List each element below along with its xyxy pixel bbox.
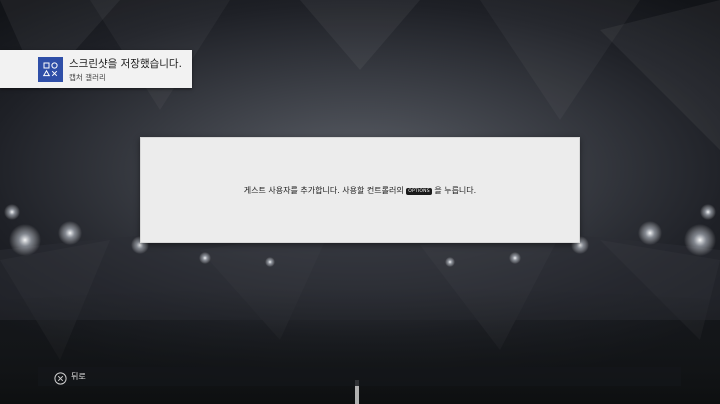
notification-title: 스크린샷을 저장했습니다.: [69, 58, 182, 70]
notification-subtitle: 캡처 갤러리: [69, 73, 106, 82]
footer-bar: 뒤로: [38, 367, 681, 386]
dialog-message: 게스트 사용자를 추가합니다. 사용할 컨트롤러의 OPTIONS 을 누릅니다…: [141, 185, 579, 196]
stadium-background: 스크린샷을 저장했습니다. 캡처 갤러리 게스트 사용자를 추가합니다. 사용할…: [0, 0, 720, 404]
options-button-glyph: OPTIONS: [406, 188, 432, 195]
cross-button-icon[interactable]: [54, 370, 67, 385]
dialog-message-after: 을 누릅니다.: [434, 186, 477, 195]
capture-gallery-icon: [38, 57, 63, 82]
screenshot-saved-notification: 스크린샷을 저장했습니다. 캡처 갤러리: [0, 50, 192, 88]
dialog-message-before: 게스트 사용자를 추가합니다. 사용할 컨트롤러의: [243, 186, 404, 195]
back-button-label[interactable]: 뒤로: [71, 371, 86, 382]
add-guest-dialog[interactable]: 게스트 사용자를 추가합니다. 사용할 컨트롤러의 OPTIONS 을 누릅니다…: [140, 137, 580, 243]
